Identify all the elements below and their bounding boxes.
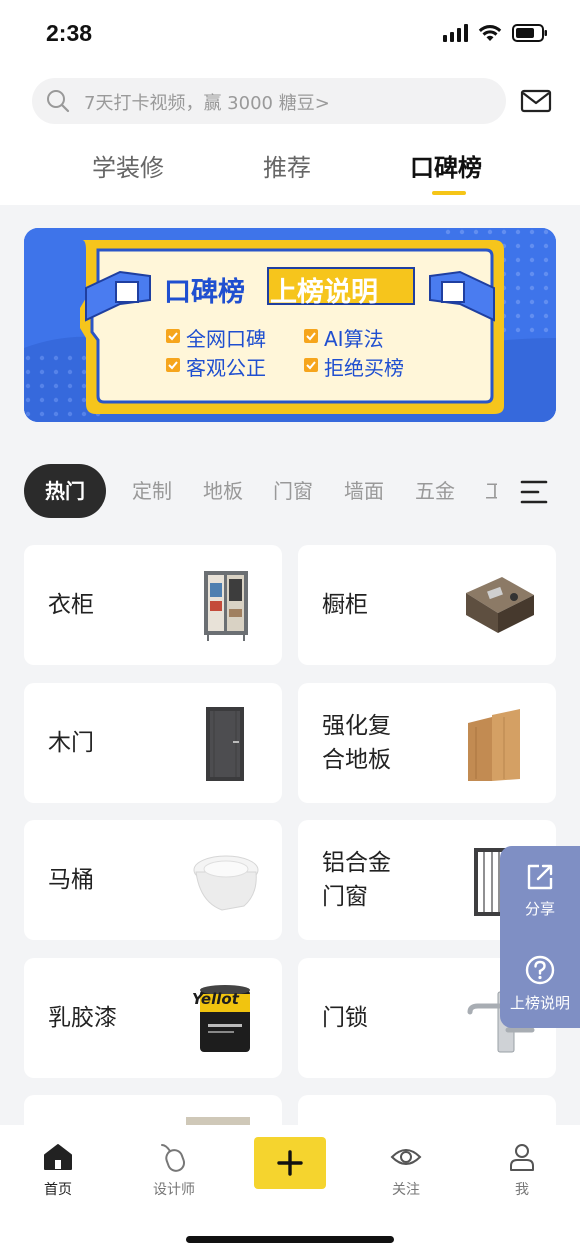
status-icons <box>443 24 548 42</box>
mouse-icon <box>161 1144 186 1172</box>
toilet-image <box>193 855 259 911</box>
search-input[interactable]: 7天打卡视频，赢 3000 糖豆> <box>32 78 506 124</box>
nav-home[interactable]: 首页 <box>18 1141 98 1199</box>
home-indicator <box>186 1236 394 1243</box>
battery-icon <box>512 24 547 42</box>
category-doors-windows[interactable]: 门窗 <box>273 464 313 518</box>
card-label-line2: 门窗 <box>322 884 368 910</box>
nav-home-label: 首页 <box>44 1182 72 1198</box>
signal-icon <box>443 24 468 42</box>
card-toilet[interactable]: 马桶 <box>24 820 282 940</box>
ranking-explain-button[interactable]: 上榜说明 <box>500 954 580 1013</box>
category-custom[interactable]: 定制 <box>132 464 172 518</box>
category-wall[interactable]: 墙面 <box>344 464 384 518</box>
category-hardware[interactable]: 五金 <box>415 464 455 518</box>
eye-icon <box>390 1149 422 1165</box>
home-icon <box>44 1144 72 1170</box>
category-menu-icon[interactable] <box>520 478 550 506</box>
card-latex-paint[interactable]: 乳胶漆 Yellot <box>24 958 282 1078</box>
top-tabs: 学装修 推荐 口碑榜 <box>0 148 580 198</box>
card-cabinet[interactable]: 橱柜 <box>298 545 556 665</box>
ranking-banner[interactable]: 口碑榜 上榜说明 全网口碑 AI算法 客观公正 拒绝买榜 <box>24 228 556 422</box>
card-label-line2: 合地板 <box>322 747 391 773</box>
laminate-floor-image <box>468 709 520 781</box>
banner-point-1: 全网口碑 <box>186 327 266 351</box>
banner-point-2: AI算法 <box>324 327 384 351</box>
ranking-explain-label: 上榜说明 <box>509 994 570 1012</box>
paint-brand-text: Yellot <box>192 990 239 1008</box>
card-label-line1: 铝合金 <box>322 850 391 876</box>
category-partial[interactable]: 工 <box>485 464 497 518</box>
card-wardrobe[interactable]: 衣柜 <box>24 545 282 665</box>
category-hot[interactable]: 热门 <box>24 464 106 518</box>
tab-reputation-ranking[interactable]: 口碑榜 <box>410 148 482 183</box>
mail-icon[interactable] <box>520 88 552 114</box>
banner-title-left: 口碑榜 <box>164 277 245 308</box>
card-label: 乳胶漆 <box>48 1005 117 1031</box>
card-label: 门锁 <box>322 1005 368 1031</box>
plus-icon <box>277 1150 303 1176</box>
card-label: 马桶 <box>48 867 94 893</box>
user-icon <box>510 1144 534 1171</box>
banner-title-right: 上榜说明 <box>270 277 378 308</box>
search-row: 7天打卡视频，赢 3000 糖豆> <box>32 78 552 124</box>
add-post-button[interactable] <box>254 1137 326 1189</box>
status-time: 2:38 <box>46 20 93 46</box>
banner-background <box>24 228 556 422</box>
nav-me[interactable]: 我 <box>482 1141 562 1199</box>
nav-designer[interactable]: 设计师 <box>134 1141 214 1199</box>
tab-learn-decoration[interactable]: 学装修 <box>92 148 164 183</box>
card-laminate-floor[interactable]: 强化复 合地板 <box>298 683 556 803</box>
category-floor[interactable]: 地板 <box>203 464 243 518</box>
share-label: 分享 <box>524 900 555 918</box>
category-row: 热门 定制 地板 门窗 墙面 五金 工 <box>0 464 580 520</box>
tab-recommend[interactable]: 推荐 <box>263 148 311 183</box>
status-bar: 2:38 <box>0 0 580 70</box>
cabinet-image <box>466 577 534 633</box>
wifi-icon <box>478 25 502 41</box>
nav-designer-label: 设计师 <box>153 1182 195 1198</box>
nav-me-label: 我 <box>515 1182 529 1198</box>
wardrobe-image <box>204 571 248 641</box>
floating-action-panel: 分享 上榜说明 <box>500 846 580 1028</box>
banner-point-4: 拒绝买榜 <box>324 356 404 380</box>
wooden-door-image <box>206 707 244 781</box>
card-wooden-door[interactable]: 木门 <box>24 683 282 803</box>
active-tab-indicator <box>432 191 466 195</box>
card-label: 衣柜 <box>48 592 94 618</box>
share-icon <box>527 864 553 890</box>
search-placeholder: 7天打卡视频，赢 3000 糖豆> <box>84 93 330 114</box>
nav-follow[interactable]: 关注 <box>366 1141 446 1199</box>
search-icon <box>47 90 70 113</box>
card-label: 橱柜 <box>322 592 368 618</box>
share-button[interactable]: 分享 <box>500 862 580 919</box>
top-area: 2:38 7天打卡视频，赢 3000 糖豆> 学装修 推荐 口碑榜 <box>0 0 580 205</box>
question-icon <box>525 955 555 985</box>
nav-follow-label: 关注 <box>392 1182 420 1198</box>
card-label: 木门 <box>48 730 94 756</box>
card-label-line1: 强化复 <box>322 713 391 739</box>
banner-point-3: 客观公正 <box>186 356 266 380</box>
